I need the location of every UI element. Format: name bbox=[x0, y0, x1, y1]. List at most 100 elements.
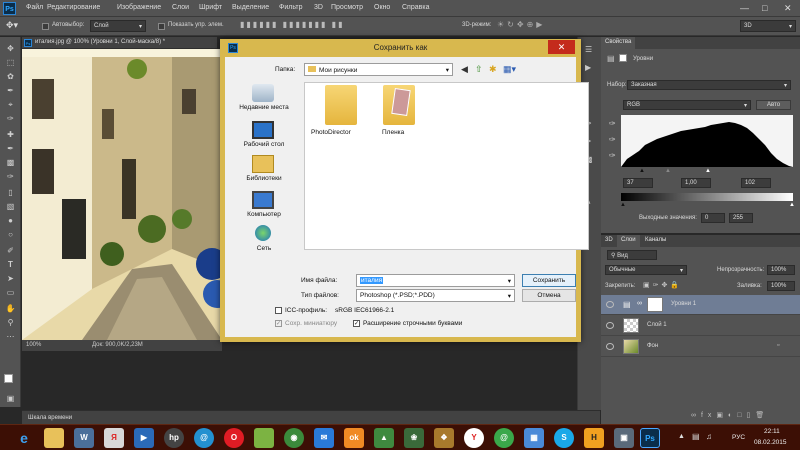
layer-filter-dropdown[interactable]: ⚲ Вид bbox=[607, 250, 657, 260]
clock-date[interactable]: 08.02.2015 bbox=[754, 439, 787, 446]
lowercase-ext-checkbox[interactable]: ✓ bbox=[353, 320, 360, 327]
show-controls-checkbox[interactable] bbox=[158, 23, 165, 30]
tab-channels[interactable]: Каналы bbox=[641, 235, 670, 247]
input-gamma-field[interactable]: 1,00 bbox=[681, 178, 711, 188]
internet-explorer-icon[interactable]: e bbox=[14, 428, 34, 448]
place-libraries[interactable]: Библиотеки bbox=[225, 155, 303, 185]
document-tab[interactable]: Ps италия.jpg @ 100% (Уровни 1, Слой-мас… bbox=[22, 37, 217, 49]
yandex-browser-icon[interactable]: Я bbox=[104, 428, 124, 448]
cancel-button[interactable]: Отмена bbox=[522, 289, 576, 302]
menu-window[interactable]: Окно bbox=[374, 4, 390, 11]
gradient-tool-icon[interactable]: ▧ bbox=[4, 201, 17, 213]
view-menu-icon[interactable]: ▦▾ bbox=[503, 64, 516, 75]
yandex-icon[interactable]: Y bbox=[464, 428, 484, 448]
lock-icons[interactable]: ▣✑✥🔒 bbox=[643, 281, 682, 289]
clock-time[interactable]: 22:11 bbox=[764, 428, 780, 435]
menu-3d[interactable]: 3D bbox=[314, 4, 323, 11]
close-icon[interactable]: ✕ bbox=[784, 3, 792, 14]
chain-link-icon[interactable]: ∞ bbox=[637, 300, 642, 307]
pen-tool-icon[interactable]: ✐ bbox=[4, 245, 17, 257]
mail-icon[interactable]: ✉ bbox=[314, 428, 334, 448]
input-white-field[interactable]: 102 bbox=[741, 178, 771, 188]
blend-mode-dropdown[interactable]: Обычные ▾ bbox=[605, 265, 687, 275]
layer-thumbnail[interactable] bbox=[623, 318, 639, 333]
eye-icon[interactable] bbox=[606, 322, 614, 329]
output-black-slider[interactable]: ▲ bbox=[620, 202, 626, 208]
output-white-field[interactable]: 255 bbox=[729, 213, 753, 223]
align-icons[interactable]: ▮▮▮▮▮▮ ▮▮▮▮▮▮▮ ▮▮ bbox=[240, 20, 344, 29]
hp-icon[interactable]: hp bbox=[164, 428, 184, 448]
volume-icon[interactable]: ♫ bbox=[706, 432, 712, 441]
move-tool-icon[interactable]: ✥ bbox=[4, 43, 17, 55]
app-icon-tree[interactable]: ▲ bbox=[374, 428, 394, 448]
save-button[interactable]: Сохранить bbox=[522, 274, 576, 287]
filetype-dropdown[interactable]: Photoshop (*.PSD;*.PDD) ▾ bbox=[356, 289, 515, 302]
eyedropper-tool-icon[interactable]: ✑ bbox=[4, 113, 17, 125]
up-folder-icon[interactable]: ⇧ bbox=[475, 64, 483, 75]
media-player-icon[interactable]: ▶ bbox=[134, 428, 154, 448]
lasso-tool-icon[interactable]: ✿ bbox=[4, 71, 17, 83]
tray-arrow-icon[interactable]: ▲ bbox=[678, 433, 685, 440]
gamma-input-slider[interactable]: ▲ bbox=[665, 168, 671, 174]
menu-filter[interactable]: Фильтр bbox=[279, 4, 303, 11]
app-icon-leaf[interactable]: ❀ bbox=[404, 428, 424, 448]
filename-input[interactable]: италия ▾ bbox=[356, 274, 515, 287]
autoselect-dropdown[interactable]: Слой ▾ bbox=[90, 20, 146, 32]
network-signal-icon[interactable]: ▤ bbox=[692, 432, 700, 441]
maximize-icon[interactable]: □ bbox=[762, 3, 767, 13]
move-tool-icon[interactable]: ✥▾ bbox=[6, 20, 18, 31]
file-explorer-icon[interactable] bbox=[44, 428, 64, 448]
layer-actions-icons[interactable]: ∞fx▣◐□▯🗑 bbox=[691, 411, 769, 419]
layer-row-layer1[interactable]: Слой 1 bbox=[601, 316, 800, 336]
brush-tool-icon[interactable]: ✒ bbox=[4, 143, 17, 155]
menu-view[interactable]: Просмотр bbox=[331, 4, 363, 11]
place-desktop[interactable]: Рабочий стол bbox=[225, 121, 303, 151]
more-tools-icon[interactable]: ⋯ bbox=[4, 331, 17, 343]
menu-type[interactable]: Шрифт bbox=[199, 4, 222, 11]
menu-layer[interactable]: Слои bbox=[172, 4, 189, 11]
hand-tool-icon[interactable]: ✋ bbox=[4, 303, 17, 315]
place-recent[interactable]: Недавние места bbox=[225, 84, 303, 114]
photo-viewer-icon[interactable]: ▣ bbox=[614, 428, 634, 448]
place-computer[interactable]: Компьютер bbox=[225, 191, 303, 221]
autoselect-checkbox[interactable] bbox=[42, 23, 49, 30]
menu-image[interactable]: Изображение bbox=[117, 4, 161, 11]
layer-mask-icon[interactable] bbox=[619, 54, 627, 62]
gray-point-eyedropper-icon[interactable]: ✑ bbox=[609, 135, 616, 144]
file-item-photodirector[interactable]: PhotoDirector bbox=[311, 85, 365, 143]
quick-mask-icon[interactable]: ▣ bbox=[4, 393, 17, 405]
output-black-field[interactable]: 0 bbox=[701, 213, 725, 223]
zoom-tool-icon[interactable]: ⚲ bbox=[4, 317, 17, 329]
icc-checkbox[interactable] bbox=[275, 307, 282, 314]
globe-icon[interactable]: ◉ bbox=[284, 428, 304, 448]
photoshop-taskbar-icon[interactable]: Ps bbox=[640, 428, 660, 448]
channel-dropdown[interactable]: RGB ▾ bbox=[623, 100, 751, 110]
place-network[interactable]: Сеть bbox=[225, 225, 303, 255]
eye-icon[interactable] bbox=[606, 301, 614, 308]
menu-help[interactable]: Справка bbox=[402, 4, 429, 11]
app-icon-green[interactable] bbox=[254, 428, 274, 448]
layer-row-levels[interactable]: ▤ ∞ Уровни 1 bbox=[601, 295, 800, 315]
folder-dropdown[interactable]: Мои рисунки ▾ bbox=[304, 63, 453, 76]
skype-icon[interactable]: S bbox=[554, 428, 574, 448]
path-select-tool-icon[interactable]: ➤ bbox=[4, 273, 17, 285]
shape-tool-icon[interactable]: ▭ bbox=[4, 287, 17, 299]
file-item-film[interactable]: Пленка bbox=[373, 85, 423, 143]
language-indicator[interactable]: РУС bbox=[732, 434, 745, 441]
app-icon-grid[interactable]: ▦ bbox=[524, 428, 544, 448]
document-info[interactable]: Док: 900,0K/2,23M bbox=[92, 342, 143, 348]
history-brush-tool-icon[interactable]: ✑ bbox=[4, 171, 17, 183]
app-icon-w[interactable]: W bbox=[74, 428, 94, 448]
opacity-field[interactable]: 100% bbox=[767, 265, 795, 275]
menu-edit[interactable]: Редактирование bbox=[47, 4, 100, 11]
dodge-tool-icon[interactable]: ○ bbox=[4, 229, 17, 241]
close-button[interactable]: ✕ bbox=[548, 40, 575, 54]
foreground-color-swatch[interactable] bbox=[4, 374, 13, 383]
clone-stamp-tool-icon[interactable]: ▩ bbox=[4, 157, 17, 169]
tab-properties[interactable]: Свойства bbox=[601, 37, 636, 49]
preset-dropdown[interactable]: Заказная ▾ bbox=[627, 80, 791, 90]
marquee-tool-icon[interactable]: ⬚ bbox=[4, 57, 17, 69]
document-canvas[interactable] bbox=[22, 49, 222, 340]
timeline-panel[interactable]: Шкала времени bbox=[22, 410, 600, 424]
minimize-icon[interactable]: — bbox=[740, 3, 749, 13]
